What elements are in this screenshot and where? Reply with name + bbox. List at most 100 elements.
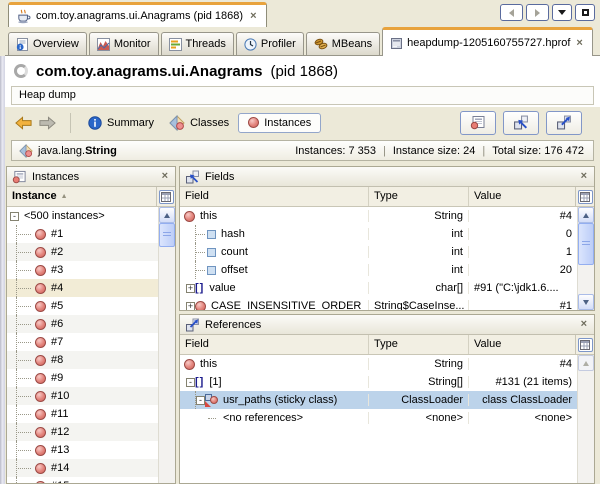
collapse-toggle-icon[interactable]: -	[196, 396, 205, 405]
instance-row[interactable]: #7	[7, 333, 158, 351]
column-field[interactable]: Field	[180, 335, 368, 354]
scrollbar-track[interactable]	[159, 247, 175, 483]
instance-row[interactable]: #3	[7, 261, 158, 279]
instances-panel: Instances × Instance ▲	[6, 166, 176, 484]
scrollbar-track[interactable]	[578, 371, 594, 483]
maximize-button[interactable]	[575, 4, 595, 21]
close-icon[interactable]: ×	[160, 171, 170, 182]
close-icon[interactable]: ×	[248, 11, 258, 22]
instance-label: #8	[51, 354, 63, 366]
scrollbar-thumb[interactable]	[578, 223, 594, 265]
collapse-toggle-icon[interactable]: -	[10, 212, 19, 221]
window-tab-anagrams[interactable]: com.toy.anagrams.ui.Anagrams (pid 1868) …	[8, 2, 267, 27]
table-options-button[interactable]	[578, 190, 593, 204]
scrollbar-thumb[interactable]	[159, 223, 175, 247]
field-row[interactable]: this String #4	[180, 207, 577, 225]
table-options-button[interactable]	[159, 190, 174, 204]
monitor-icon	[97, 38, 110, 51]
references-scrollbar[interactable]	[577, 355, 594, 483]
scrollbar-track[interactable]	[578, 265, 594, 294]
field-row[interactable]: count int 1	[180, 243, 577, 261]
tab-list-dropdown-button[interactable]	[552, 4, 572, 21]
toggle-fields-pane-button[interactable]	[503, 111, 539, 135]
field-value: 20	[468, 264, 577, 276]
tab-threads[interactable]: Threads	[161, 32, 234, 55]
instance-row[interactable]: #6	[7, 315, 158, 333]
instance-row[interactable]: #13	[7, 441, 158, 459]
column-field[interactable]: Field	[180, 187, 368, 206]
instance-icon	[35, 463, 46, 474]
instance-row[interactable]: #14	[7, 459, 158, 477]
expand-toggle-icon[interactable]: +	[186, 284, 195, 293]
instances-scrollbar[interactable]	[158, 207, 175, 483]
tab-heapdump[interactable]: heapdump-1205160755727.hprof ×	[382, 27, 593, 56]
scroll-up-button[interactable]	[578, 207, 594, 223]
field-value: #91 ("C:\jdk1.6....	[468, 282, 577, 294]
sticky-class-icon	[205, 394, 218, 407]
instance-row[interactable]: #11	[7, 405, 158, 423]
instance-row[interactable]: #10	[7, 387, 158, 405]
reference-row-selected[interactable]: -usr_paths (sticky class) ClassLoader cl…	[180, 391, 577, 409]
column-type[interactable]: Type	[368, 335, 468, 354]
reference-row[interactable]: this String #4	[180, 355, 577, 373]
instance-root-row[interactable]: - <500 instances>	[7, 207, 158, 225]
instance-row[interactable]: #15	[7, 477, 158, 483]
field-row[interactable]: +CASE_INSENSITIVE_ORDER String$CaseInse.…	[180, 297, 577, 310]
field-row[interactable]: +[]value char[] #91 ("C:\jdk1.6....	[180, 279, 577, 297]
instance-row[interactable]: #12	[7, 423, 158, 441]
instance-row[interactable]: #8	[7, 351, 158, 369]
scroll-down-button[interactable]	[578, 294, 594, 310]
back-button[interactable]	[14, 115, 33, 131]
instances-column-header: Instance ▲	[7, 187, 175, 207]
instance-icon	[35, 283, 46, 294]
reference-row[interactable]: <no references> <none> <none>	[180, 409, 577, 427]
scroll-tabs-right-button[interactable]	[526, 4, 549, 21]
field-type: String	[368, 210, 468, 222]
tab-mbeans[interactable]: MBeans	[306, 32, 380, 55]
corner-cell	[156, 187, 175, 206]
instance-icon	[35, 265, 46, 276]
stat-total-size: Total size: 176 472	[492, 145, 584, 157]
fields-table: this String #4 hash int 0 count int 1 of…	[180, 207, 594, 310]
close-icon[interactable]: ×	[579, 171, 589, 182]
toggle-references-pane-button[interactable]	[546, 111, 582, 135]
tab-monitor[interactable]: Monitor	[89, 32, 159, 55]
instance-row[interactable]: #2	[7, 243, 158, 261]
tab-label: heapdump-1205160755727.hprof	[407, 37, 570, 49]
fields-panel-title: Fields	[205, 171, 574, 183]
scroll-up-button[interactable]	[578, 355, 594, 371]
forward-button[interactable]	[38, 115, 57, 131]
reference-value: #4	[468, 358, 577, 370]
collapse-toggle-icon[interactable]: -	[186, 378, 195, 387]
summary-button[interactable]: Summary	[82, 113, 160, 133]
scroll-tabs-left-button[interactable]	[500, 4, 523, 21]
instance-row-selected[interactable]: #4	[7, 279, 158, 297]
chevron-up-icon	[583, 361, 589, 366]
tab-profiler[interactable]: Profiler	[236, 32, 304, 55]
reference-row[interactable]: -[][1] String[] #131 (21 items)	[180, 373, 577, 391]
grid-icon	[161, 192, 171, 202]
close-icon[interactable]: ×	[574, 38, 584, 49]
references-table: this String #4 -[][1] String[] #131 (21 …	[180, 355, 594, 483]
field-row[interactable]: hash int 0	[180, 225, 577, 243]
field-type: String$CaseInse...	[368, 300, 468, 310]
toggle-instances-pane-button[interactable]	[460, 111, 496, 135]
instances-button[interactable]: Instances	[238, 113, 321, 133]
instance-row[interactable]: #9	[7, 369, 158, 387]
instance-row[interactable]: #5	[7, 297, 158, 315]
column-value[interactable]: Value	[468, 187, 575, 206]
close-icon[interactable]: ×	[579, 319, 589, 330]
expand-toggle-icon[interactable]: +	[186, 302, 195, 311]
classes-button[interactable]: Classes	[163, 112, 235, 134]
class-stats: Instances: 7 353 | Instance size: 24 | T…	[295, 145, 586, 157]
column-type[interactable]: Type	[368, 187, 468, 206]
scroll-up-button[interactable]	[159, 207, 175, 223]
instance-row[interactable]: #1	[7, 225, 158, 243]
fields-scrollbar[interactable]	[577, 207, 594, 310]
column-value[interactable]: Value	[468, 335, 575, 354]
tab-overview[interactable]: Overview	[8, 32, 87, 55]
instance-label: #14	[51, 462, 69, 474]
table-options-button[interactable]	[578, 338, 593, 352]
column-instance[interactable]: Instance ▲	[7, 187, 156, 206]
field-row[interactable]: offset int 20	[180, 261, 577, 279]
